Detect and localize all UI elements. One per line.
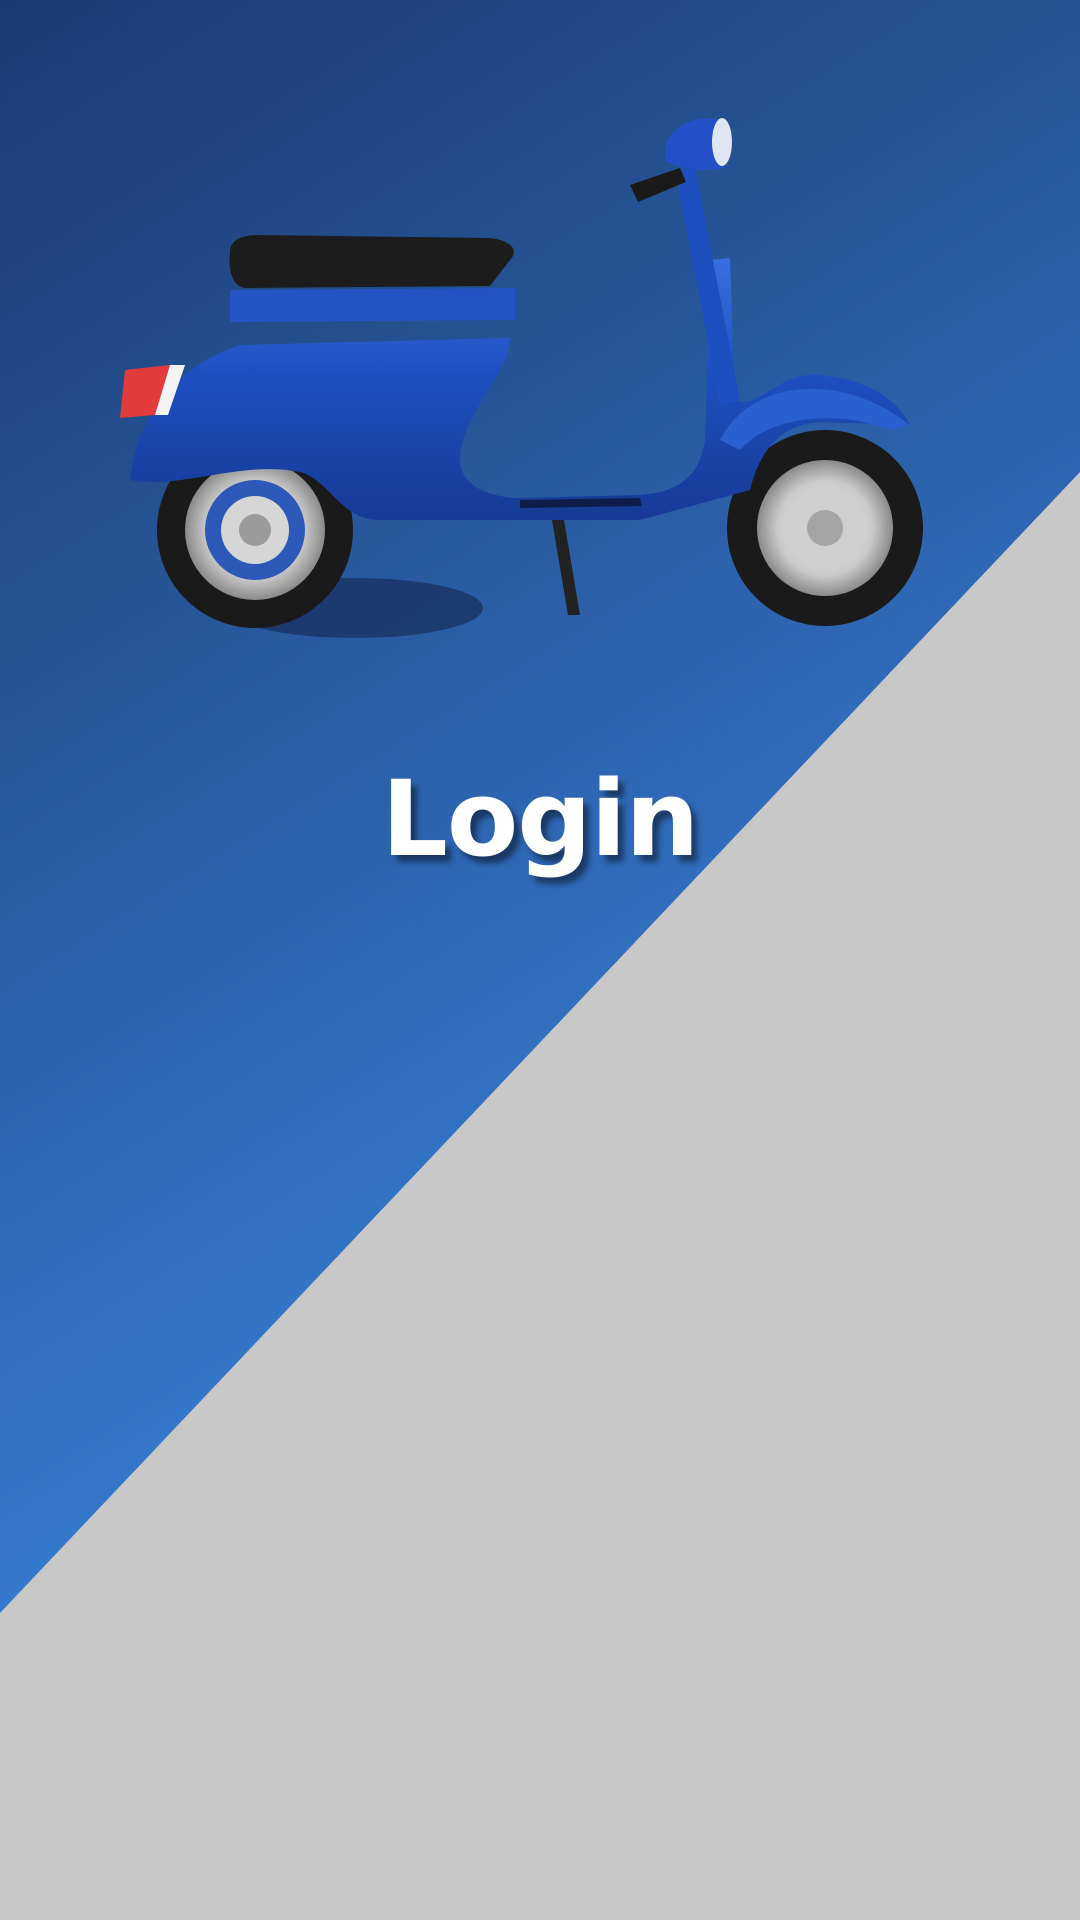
login-screen: Login — [0, 0, 1080, 1920]
scooter-seat — [229, 235, 515, 322]
headlamp — [665, 118, 732, 170]
kickstand — [552, 520, 580, 615]
login-title: Login — [381, 758, 700, 880]
scooter-illustration — [120, 118, 923, 638]
handlebar — [630, 168, 686, 202]
